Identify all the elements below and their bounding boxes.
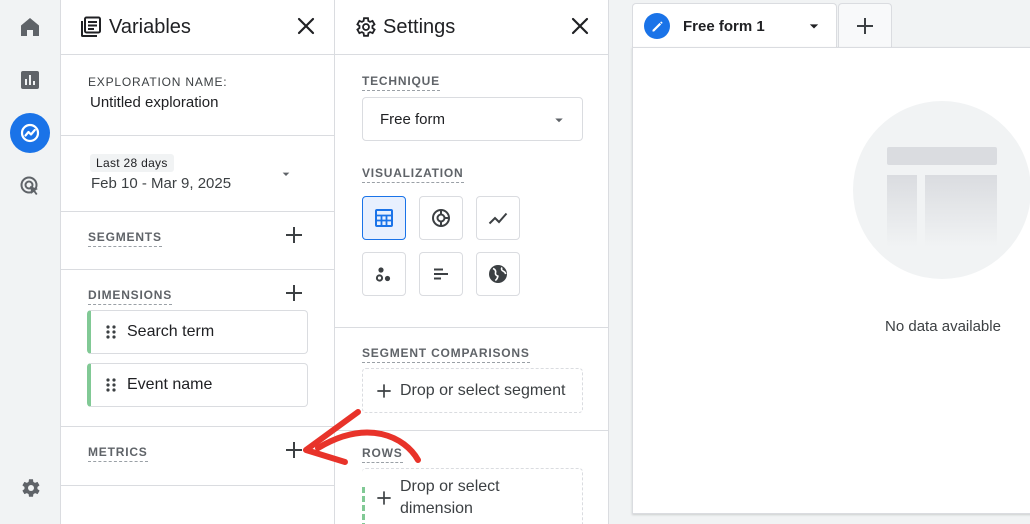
bar-chart-icon[interactable] (419, 252, 463, 296)
dimensions-label: DIMENSIONS (88, 288, 173, 305)
add-segment-icon[interactable] (282, 223, 306, 247)
segments-section: SEGMENTS (61, 212, 334, 270)
plus-icon (857, 17, 873, 34)
date-range-value: Feb 10 - Mar 9, 2025 (91, 175, 232, 192)
date-range-section[interactable]: Last 28 days Feb 10 - Mar 9, 2025 (61, 136, 334, 212)
technique-select[interactable]: Free form (362, 97, 583, 141)
chevron-down-icon (555, 118, 563, 123)
segment-drop-label: Drop or select segment (400, 381, 566, 399)
visualization-label: VISUALIZATION (362, 166, 464, 183)
explore-icon[interactable] (10, 113, 50, 153)
geo-map-icon[interactable] (476, 252, 520, 296)
advertising-icon[interactable] (10, 166, 50, 206)
segments-label: SEGMENTS (88, 230, 162, 247)
add-metric-icon[interactable] (282, 438, 306, 462)
date-dropdown-icon[interactable] (278, 166, 294, 182)
date-range-chip: Last 28 days (90, 154, 174, 172)
home-icon[interactable] (10, 7, 50, 47)
drag-handle-icon[interactable] (105, 377, 117, 393)
tab-menu-icon[interactable] (804, 16, 824, 36)
rows-drop-label: Drop or select dimension (400, 478, 500, 517)
canvas-sheet: No data available (632, 47, 1030, 514)
technique-value: Free form (380, 110, 446, 128)
dimension-label: Search term (127, 323, 215, 340)
rows-accent-bar (362, 487, 365, 524)
rows-label: ROWS (362, 446, 403, 463)
line-chart-icon[interactable] (476, 196, 520, 240)
dimension-chip-search-term[interactable]: Search term (87, 310, 308, 354)
add-tab-button[interactable] (838, 3, 892, 47)
variables-panel: Variables EXPLORATION NAME: Untitled exp… (61, 0, 335, 524)
technique-label: TECHNIQUE (362, 74, 440, 91)
edit-pencil-icon[interactable] (644, 13, 670, 39)
variables-title: Variables (109, 15, 191, 38)
no-data-message: No data available (885, 318, 1001, 335)
close-variables-icon[interactable] (294, 14, 318, 38)
add-dimension-icon[interactable] (282, 281, 306, 305)
exploration-name-field[interactable]: Untitled exploration (90, 94, 218, 111)
tab-free-form-1[interactable]: Free form 1 (632, 3, 837, 48)
technique-visualization-section: TECHNIQUE Free form VISUALIZATION (335, 55, 608, 328)
plus-icon (377, 491, 391, 505)
gear-icon[interactable] (10, 468, 50, 508)
segment-drop-zone[interactable]: Drop or select segment (362, 368, 583, 413)
metrics-label: METRICS (88, 445, 148, 462)
left-nav-rail (0, 0, 61, 524)
exploration-name-label: EXPLORATION NAME: (88, 75, 228, 89)
segment-comparisons-label: SEGMENT COMPARISONS (362, 346, 530, 363)
plus-icon (377, 383, 391, 398)
metrics-section: METRICS (61, 427, 334, 486)
exploration-name-section: EXPLORATION NAME: Untitled exploration (61, 55, 334, 136)
scatter-plot-icon[interactable] (362, 252, 406, 296)
close-settings-icon[interactable] (568, 14, 592, 38)
reports-icon[interactable] (10, 60, 50, 100)
dimension-label: Event name (127, 376, 213, 393)
settings-panel: Settings TECHNIQUE Free form VISUALIZATI… (335, 0, 609, 524)
rows-section: ROWS Drop or select dimension (335, 431, 608, 524)
gear-icon (356, 17, 376, 37)
variables-icon (81, 16, 101, 37)
segment-comparisons-section: SEGMENT COMPARISONS Drop or select segme… (335, 328, 608, 431)
dimension-chip-event-name[interactable]: Event name (87, 363, 308, 407)
settings-header: Settings (335, 0, 608, 55)
tab-label: Free form 1 (683, 17, 765, 35)
variables-header: Variables (61, 0, 334, 55)
drag-handle-icon[interactable] (105, 324, 117, 340)
settings-title: Settings (383, 15, 456, 38)
empty-state-illustration (853, 101, 1030, 279)
dimensions-section: DIMENSIONS Search term Event name (61, 270, 334, 427)
table-icon[interactable] (362, 196, 406, 240)
exploration-canvas: Free form 1 No data available (609, 0, 1030, 524)
rows-drop-zone[interactable]: Drop or select dimension (362, 468, 583, 524)
donut-chart-icon[interactable] (419, 196, 463, 240)
